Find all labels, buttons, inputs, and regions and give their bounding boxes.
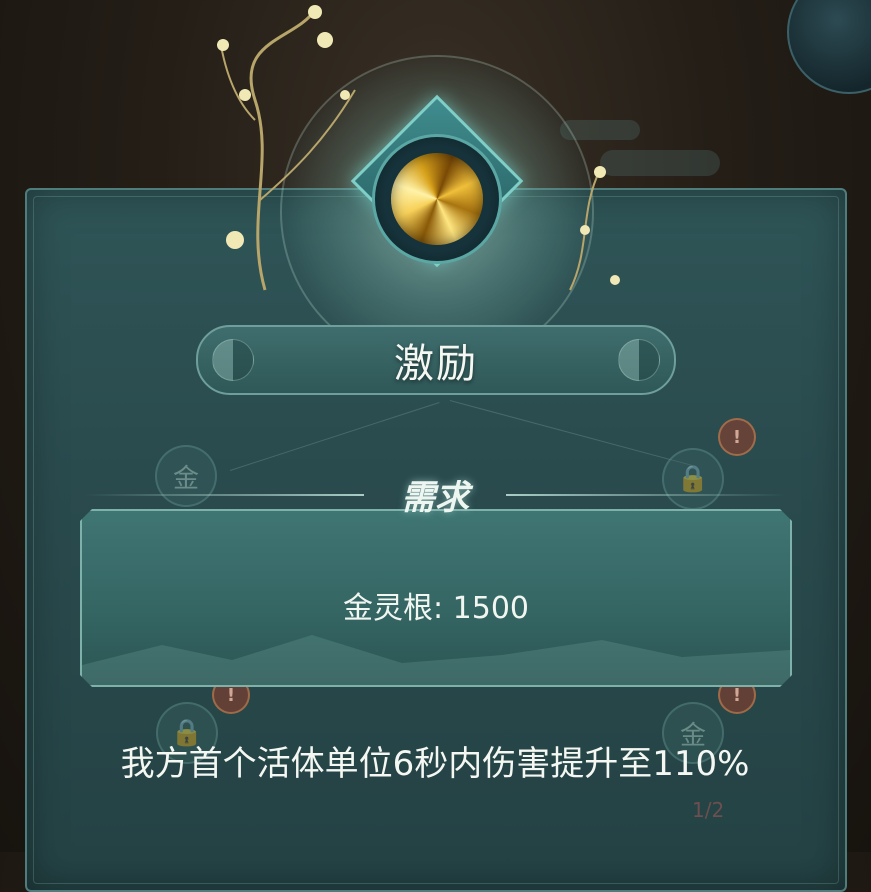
plum-blossom-branch-decoration [569,166,620,291]
moon-orb-decoration [787,0,871,94]
plum-blossom-branch-decoration [217,5,356,291]
requirement-header: 需求 [401,477,469,518]
golden-light-icon [372,134,502,264]
background-lock-node: 🔒 [662,448,724,510]
skill-title: 激励 [394,341,478,387]
yin-yang-icon [212,339,254,381]
skill-description: 我方首个活体单位6秒内伤害提升至110% [120,744,750,784]
mountain-decoration [82,625,790,685]
alert-badge-icon: ! [718,418,756,456]
page-indicator: 1/2 [692,798,725,822]
background-skill-node: 金 [155,445,217,507]
requirement-box: 金灵根: 1500 [80,509,792,687]
header-divider-right [506,494,786,496]
header-divider-left [84,494,364,496]
requirement-text: 金灵根: 1500 [343,591,529,626]
yin-yang-icon [618,339,660,381]
skill-title-banner: 激励 [196,325,676,395]
skill-icon-art [391,153,483,245]
